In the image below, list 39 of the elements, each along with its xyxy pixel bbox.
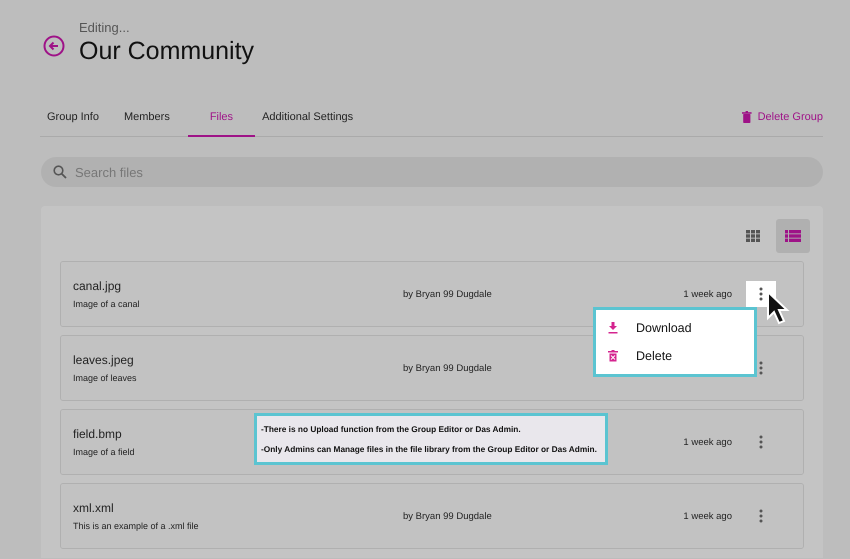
file-time: 1 week ago — [683, 510, 732, 522]
file-name: canal.jpg — [73, 279, 122, 293]
back-icon[interactable] — [43, 35, 65, 57]
download-icon — [608, 322, 618, 334]
file-author: by Bryan 99 Dugdale — [403, 510, 493, 522]
menu-item[interactable]: Delete — [596, 342, 754, 370]
view-toggle-button[interactable] — [776, 219, 810, 253]
trash-icon — [742, 111, 752, 123]
tab[interactable]: Additional Settings — [255, 98, 372, 137]
tab[interactable]: Members — [116, 98, 188, 137]
file-description: Image of a field — [73, 447, 135, 457]
file-name: leaves.jpeg — [73, 353, 134, 367]
grid-icon — [746, 230, 760, 242]
search-field[interactable]: Search files — [41, 157, 823, 187]
editing-label: Editing... — [79, 20, 131, 35]
more-icon — [759, 361, 763, 375]
list-icon — [785, 230, 801, 242]
note-text: -Only Admins can Manage files in the file library from the Group Editor or Das Admin. — [261, 443, 598, 456]
note-text: -There is no Upload function from the Group Editor or Das Admin. — [261, 423, 522, 436]
search-icon — [53, 165, 67, 179]
file-row[interactable]: xml.xml This is an example of a .xml file by Bryan 99 Dugdale 1 week ago — [60, 483, 804, 549]
file-name: xml.xml — [73, 501, 114, 515]
page-title: Our Community — [79, 37, 254, 66]
delete-group-link[interactable]: Delete Group — [742, 98, 823, 136]
file-time: 1 week ago — [683, 436, 732, 448]
file-description: Image of a canal — [73, 299, 140, 309]
menu-item-label: Delete — [636, 349, 672, 363]
file-description: Image of leaves — [73, 373, 137, 383]
more-icon — [759, 509, 763, 523]
more-icon — [759, 287, 763, 301]
file-author: by Bryan 99 Dugdale — [403, 288, 493, 300]
tab[interactable]: Group Info — [40, 98, 117, 137]
file-name: field.bmp — [73, 427, 122, 441]
file-description: This is an example of a .xml file — [73, 521, 199, 531]
more-icon — [759, 435, 763, 449]
delete-icon — [608, 350, 618, 362]
file-time: 1 week ago — [683, 288, 732, 300]
file-author: by Bryan 99 Dugdale — [403, 362, 493, 374]
tab[interactable]: Files — [188, 98, 256, 137]
